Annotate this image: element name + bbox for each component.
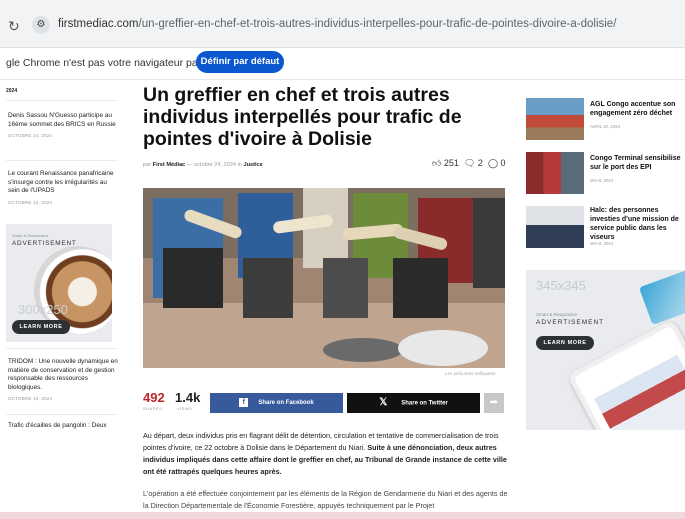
url-field[interactable]: firstmediac.com/un-greffier-en-chef-et-t… [58, 18, 616, 30]
views-label: VIEWS [177, 406, 193, 411]
learn-more-button[interactable]: LEARN MORE [536, 336, 594, 350]
like-count: 251 [443, 158, 459, 168]
views-count: 1.4k [175, 390, 201, 405]
url-path: /un-greffier-en-chef-et-trois-autres-ind… [138, 18, 617, 30]
right-news-thumbnail[interactable] [526, 206, 584, 248]
set-default-button[interactable]: Définir par défaut [196, 51, 284, 73]
left-advertisement[interactable]: Smart & Responsive ADVERTISEMENT 300x250… [6, 224, 112, 342]
meta-prefix: par [143, 162, 152, 168]
chat-count: 0 [500, 158, 506, 168]
article-paragraph-1: Au départ, deux individus pris en flagra… [143, 430, 508, 478]
share-facebook-button[interactable]: f Share on Facebook [210, 393, 343, 413]
comment-icon[interactable]: 🗨︎ [464, 158, 475, 168]
author-link[interactable]: First Médiac [153, 162, 186, 168]
left-sidebar: 2024 Denis Sassou N'Guesso participe au … [0, 82, 122, 519]
facebook-icon: f [239, 397, 249, 407]
default-browser-infobar: gle Chrome n'est pas votre navigateur pa… [0, 48, 685, 80]
more-share-icon[interactable]: ➦ [484, 393, 504, 413]
like-icon[interactable]: 👍︎ [432, 158, 441, 168]
article-title: Un greffier en chef et trois autres indi… [143, 84, 462, 150]
article-date: octobre 24, 2024 [194, 162, 236, 168]
web-page: 2024 Denis Sassou N'Guesso participe au … [0, 82, 685, 519]
chat-icon[interactable]: ◯ [488, 158, 498, 168]
share-facebook-label: Share on Facebook [258, 400, 314, 406]
phone-image [638, 270, 685, 326]
ad-small-text: Smart & Responsive [536, 312, 578, 317]
ad-size: 345x345 [536, 278, 586, 293]
right-news-date: MAI 8, 2024 [590, 178, 614, 183]
x-logo-icon: 𝕏 [379, 397, 388, 408]
ad-label: ADVERTISEMENT [536, 319, 605, 326]
article-photo [143, 188, 505, 368]
right-news-title[interactable]: Congo Terminal sensibilise sur le port d… [590, 154, 685, 172]
right-news-title[interactable]: Halc: des personnes investies d'une miss… [590, 206, 685, 242]
left-news-item[interactable]: Denis Sassou N'Guesso participe au 16ème… [8, 112, 118, 141]
meta-in: in [237, 162, 242, 168]
right-news-thumbnail[interactable] [526, 152, 584, 194]
ad-label: ADVERTISEMENT [12, 240, 77, 247]
left-news-date: OCTOBRE 10, 2024 [8, 199, 53, 205]
left-news-date: OCTOBRE 24, 2024 [8, 133, 53, 138]
left-news-title: Denis Sassou N'Guesso participe au 16ème… [8, 112, 116, 128]
article-stats: 👍︎ 251 🗨︎ 2 ◯ 0 [432, 158, 506, 169]
photo-caption: Les présumés trafiquants [445, 371, 496, 376]
share-twitter-label: Share on Twitter [401, 400, 448, 407]
address-bar-area: ↻ ⚙ firstmediac.com/un-greffier-en-chef-… [0, 0, 685, 48]
category-link[interactable]: Justice [243, 162, 262, 168]
article-meta: par First Médiac — octobre 24, 2024 in J… [143, 162, 263, 168]
left-news-item[interactable]: TRIDOM : Une nouvelle dynamique en matiè… [8, 358, 118, 404]
right-news-thumbnail[interactable] [526, 98, 584, 140]
right-news-date: AVRIL 10, 2024 [590, 124, 620, 129]
divider [6, 414, 118, 415]
left-news-title: Trafic d'écailles de pangolin : Deux [8, 422, 107, 429]
right-news-title[interactable]: AGL Congo accentue son engagement zéro d… [590, 100, 685, 118]
url-host: firstmediac.com [58, 18, 139, 30]
divider [6, 348, 118, 349]
ad-size: 300x250 [18, 302, 68, 317]
ad-small-text: Smart & Responsive [12, 233, 49, 238]
bottom-banner-strip [0, 512, 685, 519]
left-news-title: Le courant Renaissance panafricaine s'in… [8, 170, 114, 194]
right-advertisement[interactable]: 345x345 Smart & Responsive ADVERTISEMENT… [526, 270, 685, 430]
divider [6, 160, 118, 161]
suspects-with-ivory-image [143, 188, 505, 368]
sidebar-top-date: 2024 [6, 88, 18, 94]
left-news-item[interactable]: Trafic d'écailles de pangolin : Deux [8, 422, 118, 431]
learn-more-button[interactable]: LEARN MORE [12, 320, 70, 334]
shares-label: SHARES [143, 406, 163, 411]
site-info-icon[interactable]: ⚙ [32, 16, 50, 34]
reload-icon[interactable]: ↻ [8, 18, 20, 35]
left-news-date: OCTOBRE 10, 2024 [8, 396, 53, 401]
shares-count: 492 [143, 390, 165, 405]
right-news-date: MAI 8, 2024 [590, 241, 614, 246]
left-news-title: TRIDOM : Une nouvelle dynamique en matiè… [8, 358, 118, 391]
share-twitter-button[interactable]: 𝕏 Share on Twitter [347, 393, 480, 413]
left-news-item[interactable]: Le courant Renaissance panafricaine s'in… [8, 170, 118, 207]
comment-count: 2 [477, 158, 483, 168]
divider [6, 100, 118, 101]
article-paragraph-2: L'opération a été effectuée conjointemen… [143, 489, 508, 510]
